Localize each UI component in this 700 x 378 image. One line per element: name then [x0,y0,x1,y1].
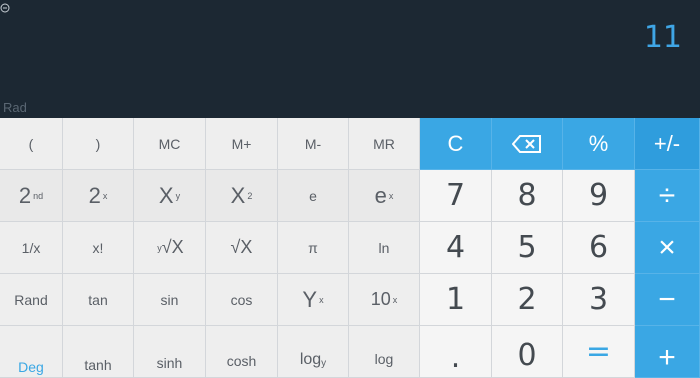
y-pow-x-key[interactable]: Yx [278,274,349,326]
angle-mode-label: Rad [3,100,27,115]
two-pow-x-key[interactable]: 2x [63,170,134,222]
x-pow-y-key[interactable]: Xy [134,170,206,222]
e-pow-sup: x [388,190,394,201]
backspace-icon [512,134,541,153]
ten-pow-label: 10 [370,289,391,309]
tanh-key[interactable]: tanh [63,326,134,378]
sqrt-key[interactable]: √X [206,222,278,274]
y-pow-label: Y [302,286,318,312]
minus-key[interactable]: − [635,274,700,326]
plus-minus-key[interactable]: +/- [635,118,700,170]
y-root-key[interactable]: y √X [134,222,206,274]
history-icon[interactable] [0,3,10,13]
rparen-key[interactable]: ) [63,118,134,170]
log-key[interactable]: log [349,326,420,378]
cos-key[interactable]: cos [206,274,278,326]
digit-1-key[interactable]: 1 [420,274,492,326]
two-pow-sup: x [102,190,108,201]
two-pow-label: 2 [88,182,101,208]
pi-key[interactable]: π [278,222,349,274]
reciprocal-key[interactable]: 1/x [0,222,63,274]
sin-key[interactable]: sin [134,274,206,326]
e-key[interactable]: e [278,170,349,222]
equals-key[interactable]: = [563,326,635,378]
y-pow-sup: x [319,294,324,305]
mr-key[interactable]: MR [349,118,420,170]
e-pow-label: e [374,182,387,208]
second-sup: nd [33,190,44,201]
mc-key[interactable]: MC [134,118,206,170]
e-pow-x-key[interactable]: ex [349,170,420,222]
plus-key[interactable]: + [635,326,700,378]
second-function-key[interactable]: 2nd [0,170,63,222]
x-sq-sup: 2 [247,190,253,201]
second-label: 2 [18,182,32,208]
keypad: ( ) MC M+ M- MR C % +/- 2nd 2x Xy X2 e e… [0,118,700,378]
log-y-label: log [299,351,322,368]
x-pow-y-label: X [158,182,174,208]
digit-6-key[interactable]: 6 [563,222,635,274]
percent-key[interactable]: % [563,118,635,170]
y-root-label: √X [161,237,184,257]
decimal-key[interactable]: . [420,326,492,378]
digit-9-key[interactable]: 9 [563,170,635,222]
multiply-key[interactable]: × [635,222,700,274]
sinh-key[interactable]: sinh [134,326,206,378]
divide-key[interactable]: ÷ [635,170,700,222]
m-minus-key[interactable]: M- [278,118,349,170]
digit-7-key[interactable]: 7 [420,170,492,222]
digit-4-key[interactable]: 4 [420,222,492,274]
digit-5-key[interactable]: 5 [492,222,563,274]
cosh-key[interactable]: cosh [206,326,278,378]
deg-key[interactable]: Deg [0,326,63,378]
lparen-key[interactable]: ( [0,118,63,170]
rand-key[interactable]: Rand [0,274,63,326]
digit-2-key[interactable]: 2 [492,274,563,326]
digit-0-key[interactable]: 0 [492,326,563,378]
ten-pow-x-key[interactable]: 10 x [349,274,420,326]
ten-pow-sup: x [392,294,398,305]
factorial-key[interactable]: x! [63,222,134,274]
m-plus-key[interactable]: M+ [206,118,278,170]
tan-key[interactable]: tan [63,274,134,326]
clear-key[interactable]: C [420,118,492,170]
digit-8-key[interactable]: 8 [492,170,563,222]
log-y-sub: y [321,358,327,369]
x-squared-key[interactable]: X2 [206,170,278,222]
ln-key[interactable]: ln [349,222,420,274]
log-y-key[interactable]: log y [278,326,349,378]
x-sq-label: X [230,182,246,208]
backspace-key[interactable] [492,118,563,170]
digit-3-key[interactable]: 3 [563,274,635,326]
x-pow-y-sup: y [175,190,181,201]
result-display: 11 [643,20,682,55]
display-panel: 11 Rad [0,0,700,118]
